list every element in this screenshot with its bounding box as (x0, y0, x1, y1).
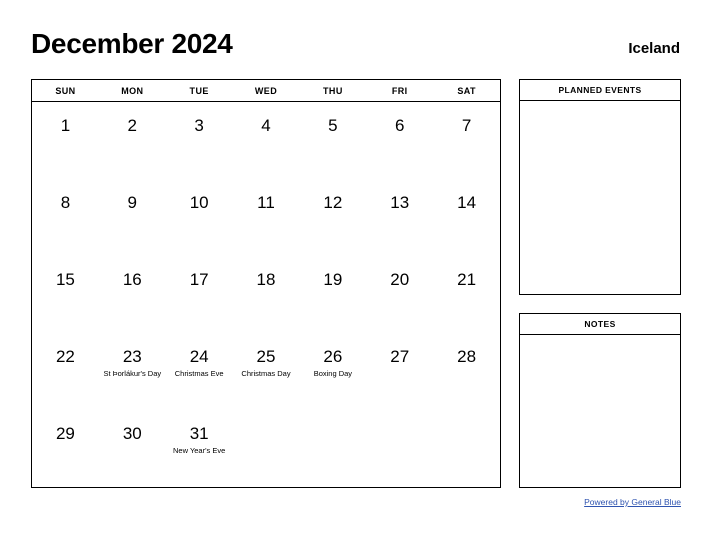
day-cell[interactable]: 31 New Year's Eve (166, 410, 233, 487)
day-number: 8 (60, 193, 71, 212)
notes-body[interactable] (520, 335, 680, 487)
day-number: 12 (323, 193, 343, 212)
calendar-weeks: 1 2 3 4 5 6 7 8 9 10 11 12 13 14 15 16 1… (32, 102, 500, 487)
day-number: 7 (461, 116, 472, 135)
day-cell[interactable]: 25 Christmas Day (233, 333, 300, 410)
day-number: 24 (189, 347, 209, 366)
day-cell[interactable]: 23 St Þorlákur's Day (99, 333, 166, 410)
day-cell[interactable]: 11 (233, 179, 300, 256)
day-cell[interactable]: 5 (299, 102, 366, 179)
weekday-header-mon: MON (121, 85, 144, 96)
day-cell[interactable]: 21 (433, 256, 500, 333)
day-cell-empty (233, 410, 300, 487)
day-number: 9 (127, 193, 138, 212)
day-number: 16 (122, 270, 142, 289)
weekday-header-fri: FRI (391, 85, 408, 96)
day-number: 22 (55, 347, 75, 366)
day-cell[interactable]: 22 (32, 333, 99, 410)
day-number: 14 (457, 193, 477, 212)
day-number: 26 (323, 347, 343, 366)
day-number: 28 (457, 347, 477, 366)
weekday-header-wed: WED (254, 85, 278, 96)
day-cell[interactable]: 27 (366, 333, 433, 410)
day-cell-empty (299, 410, 366, 487)
day-number: 13 (390, 193, 410, 212)
day-number: 31 (189, 424, 209, 443)
page-header: December 2024 Iceland (31, 28, 681, 68)
day-cell[interactable]: 1 (32, 102, 99, 179)
calendar-week-row: 29 30 31 New Year's Eve (32, 410, 500, 487)
weekday-header-sat: SAT (457, 85, 476, 96)
day-cell[interactable]: 16 (99, 256, 166, 333)
day-number: 11 (257, 193, 275, 212)
weekday-header-thu: THU (323, 85, 343, 96)
page-title: December 2024 (31, 28, 233, 59)
day-cell[interactable]: 29 (32, 410, 99, 487)
day-cell[interactable]: 30 (99, 410, 166, 487)
notes-panel: NOTES (519, 313, 681, 488)
day-cell[interactable]: 20 (366, 256, 433, 333)
day-cell-empty (366, 410, 433, 487)
day-number: 18 (256, 270, 276, 289)
day-cell[interactable]: 6 (366, 102, 433, 179)
day-cell[interactable]: 12 (299, 179, 366, 256)
day-cell[interactable]: 4 (233, 102, 300, 179)
day-number: 17 (189, 270, 209, 289)
day-cell[interactable]: 10 (166, 179, 233, 256)
day-event-label: New Year's Eve (173, 446, 226, 455)
day-number: 1 (60, 116, 71, 135)
day-number: 20 (390, 270, 410, 289)
day-event-label: Boxing Day (313, 369, 353, 378)
powered-by-link[interactable]: Powered by General Blue (584, 497, 681, 507)
day-number: 21 (457, 270, 477, 289)
planned-events-title: PLANNED EVENTS (520, 80, 680, 101)
calendar-grid: SUN MON TUE WED THU FRI SAT 1 2 3 4 5 6 … (31, 79, 501, 488)
day-cell[interactable]: 7 (433, 102, 500, 179)
calendar-week-row: 22 23 St Þorlákur's Day 24 Christmas Eve… (32, 333, 500, 410)
day-cell[interactable]: 24 Christmas Eve (166, 333, 233, 410)
day-cell[interactable]: 2 (99, 102, 166, 179)
day-cell-empty (433, 410, 500, 487)
day-cell[interactable]: 15 (32, 256, 99, 333)
day-number: 2 (127, 116, 138, 135)
calendar-week-row: 8 9 10 11 12 13 14 (32, 179, 500, 256)
notes-title: NOTES (520, 314, 680, 335)
day-number: 3 (194, 116, 204, 135)
day-cell[interactable]: 28 (433, 333, 500, 410)
day-cell[interactable]: 13 (366, 179, 433, 256)
day-cell[interactable]: 26 Boxing Day (299, 333, 366, 410)
day-event-label: St Þorlákur's Day (103, 369, 162, 378)
day-number: 19 (323, 270, 343, 289)
day-number: 10 (189, 193, 209, 212)
weekday-header-sun: SUN (55, 85, 76, 96)
day-number: 6 (394, 116, 405, 135)
planned-events-body[interactable] (520, 101, 680, 294)
day-cell[interactable]: 9 (99, 179, 166, 256)
day-event-label: Christmas Day (241, 369, 291, 378)
day-cell[interactable]: 18 (233, 256, 300, 333)
day-number: 29 (55, 424, 75, 443)
day-event-label: Christmas Eve (174, 369, 224, 378)
planned-events-panel: PLANNED EVENTS (519, 79, 681, 295)
footer: Powered by General Blue (519, 496, 681, 508)
day-cell[interactable]: 14 (433, 179, 500, 256)
weekday-header-tue: TUE (189, 85, 209, 96)
day-number: 27 (390, 347, 410, 366)
day-number: 30 (122, 424, 142, 443)
day-number: 15 (55, 270, 75, 289)
weekday-header-row: SUN MON TUE WED THU FRI SAT (32, 80, 500, 102)
day-cell[interactable]: 8 (32, 179, 99, 256)
calendar-week-row: 15 16 17 18 19 20 21 (32, 256, 500, 333)
day-number: 5 (328, 116, 338, 135)
day-number: 23 (122, 347, 142, 366)
day-cell[interactable]: 3 (166, 102, 233, 179)
day-cell[interactable]: 17 (166, 256, 233, 333)
day-number: 25 (256, 347, 276, 366)
calendar-week-row: 1 2 3 4 5 6 7 (32, 102, 500, 179)
country-label: Iceland (628, 40, 680, 57)
day-cell[interactable]: 19 (299, 256, 366, 333)
day-number: 4 (261, 116, 271, 135)
